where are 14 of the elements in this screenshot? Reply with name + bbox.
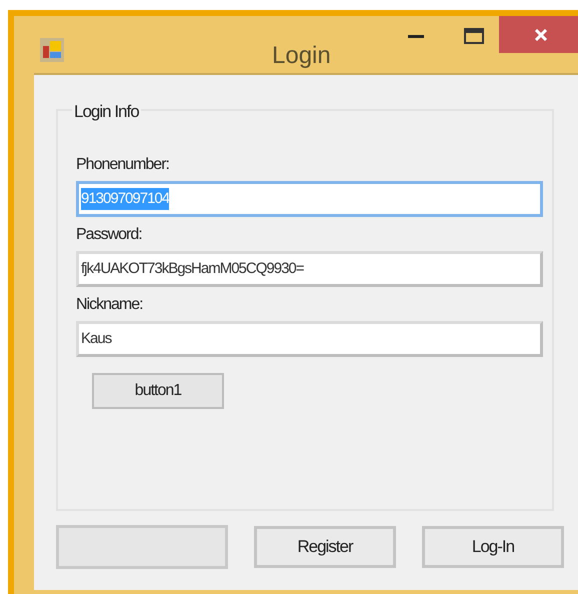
close-button[interactable] <box>499 16 578 53</box>
app-icon <box>40 38 64 62</box>
field-label: Nickname: <box>76 295 143 315</box>
field-label: Phonenumber: <box>76 155 169 175</box>
button[interactable]: Register <box>254 526 396 568</box>
close-icon <box>535 28 547 40</box>
button[interactable]: Log-In <box>422 526 564 568</box>
window-title: Login <box>272 41 331 71</box>
field-label: Password: <box>76 225 142 245</box>
minimize-icon[interactable] <box>408 34 424 38</box>
maximize-icon[interactable] <box>464 28 484 44</box>
button[interactable]: button1 <box>92 373 224 409</box>
text-field[interactable]: Kaus <box>76 321 543 357</box>
text-field[interactable]: fjk4UAKOT73kBgsHamM05CQ9930= <box>76 251 543 287</box>
